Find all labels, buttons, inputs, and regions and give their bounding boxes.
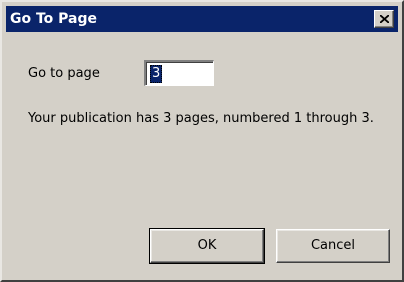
dialog-title: Go To Page <box>10 11 98 27</box>
close-button[interactable] <box>374 10 394 28</box>
page-count-message: Your publication has 3 pages, numbered 1… <box>28 111 374 126</box>
go-to-page-dialog: Go To Page Go to page 3 Your publication… <box>0 0 404 282</box>
page-number-value: 3 <box>150 65 163 83</box>
go-to-page-label: Go to page <box>28 66 100 81</box>
page-number-input[interactable]: 3 <box>144 60 214 86</box>
cancel-button[interactable]: Cancel <box>276 229 390 263</box>
ok-button[interactable]: OK <box>149 228 265 264</box>
title-bar[interactable]: Go To Page <box>6 6 398 32</box>
close-x-icon <box>380 15 389 23</box>
